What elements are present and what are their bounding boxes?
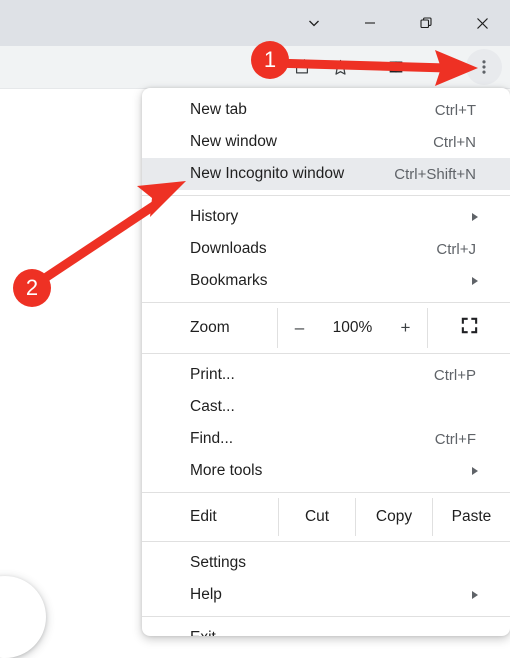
zoom-label: Zoom — [190, 319, 230, 336]
menu-separator — [142, 616, 510, 617]
menu-item-new-window[interactable]: New window Ctrl+N — [142, 126, 510, 158]
menu-edit-row: Edit Cut Copy Paste — [142, 498, 510, 536]
page-decorative-circle — [0, 576, 46, 658]
fullscreen-icon — [460, 316, 479, 340]
menu-item-settings[interactable]: Settings — [142, 547, 510, 579]
menu-item-more-tools[interactable]: More tools — [142, 455, 510, 487]
menu-zoom-row: Zoom – 100% + — [142, 308, 510, 348]
chevron-right-icon — [472, 591, 478, 599]
menu-item-cast[interactable]: Cast... — [142, 391, 510, 423]
menu-item-label: Exit — [190, 629, 216, 636]
star-icon[interactable] — [322, 49, 358, 85]
menu-item-label: History — [190, 208, 239, 225]
menu-item-shortcut: Ctrl+J — [436, 240, 476, 258]
profile-icon[interactable] — [428, 49, 464, 85]
menu-item-history[interactable]: History — [142, 201, 510, 233]
window-controls — [286, 0, 510, 46]
menu-item-label: Find... — [190, 430, 234, 447]
menu-item-shortcut: Ctrl+N — [433, 133, 476, 151]
menu-item-shortcut: Ctrl+T — [434, 101, 476, 119]
menu-item-label: New Incognito window — [190, 165, 345, 182]
menu-item-new-incognito-window[interactable]: New Incognito window Ctrl+Shift+N — [142, 158, 510, 190]
menu-item-shortcut: Ctrl+Shift+N — [394, 165, 476, 183]
menu-item-label: Settings — [190, 554, 247, 571]
menu-item-label: More tools — [190, 462, 263, 479]
zoom-in-button[interactable]: + — [386, 318, 426, 338]
tab-search-button[interactable] — [286, 0, 342, 46]
close-button[interactable] — [454, 0, 510, 46]
menu-item-label: Cast... — [190, 398, 235, 415]
fullscreen-button[interactable] — [428, 308, 510, 348]
menu-item-label: New window — [190, 133, 278, 150]
chevron-right-icon — [472, 213, 478, 221]
browser-toolbar — [0, 46, 510, 89]
menu-item-help[interactable]: Help — [142, 579, 510, 611]
menu-separator — [142, 302, 510, 303]
menu-item-downloads[interactable]: Downloads Ctrl+J — [142, 233, 510, 265]
menu-item-shortcut: Ctrl+F — [434, 430, 476, 448]
chevron-right-icon — [472, 467, 478, 475]
menu-separator — [142, 195, 510, 196]
menu-separator — [142, 492, 510, 493]
menu-item-label: New tab — [190, 101, 247, 118]
menu-item-print[interactable]: Print... Ctrl+P — [142, 359, 510, 391]
menu-item-label: Help — [190, 586, 222, 603]
chevron-right-icon — [472, 277, 478, 285]
menu-item-label: Downloads — [190, 240, 267, 257]
cut-button[interactable]: Cut — [278, 498, 355, 536]
share-icon[interactable] — [284, 49, 320, 85]
restore-button[interactable] — [398, 0, 454, 46]
menu-item-exit[interactable]: Exit — [142, 622, 510, 636]
paste-button[interactable]: Paste — [432, 498, 510, 536]
zoom-out-button[interactable]: – — [280, 318, 320, 338]
copy-button[interactable]: Copy — [355, 498, 432, 536]
menu-item-shortcut: Ctrl+P — [433, 366, 476, 384]
menu-separator — [142, 541, 510, 542]
menu-item-label: Bookmarks — [190, 272, 268, 289]
zoom-controls: – 100% + — [277, 308, 428, 348]
chrome-main-menu: New tab Ctrl+T New window Ctrl+N New Inc… — [142, 88, 510, 636]
menu-item-find[interactable]: Find... Ctrl+F — [142, 423, 510, 455]
menu-item-label: Print... — [190, 366, 235, 383]
menu-item-bookmarks[interactable]: Bookmarks — [142, 265, 510, 297]
split-screen-icon[interactable] — [378, 49, 414, 85]
browser-title-bar — [0, 0, 510, 46]
menu-separator — [142, 353, 510, 354]
edit-label: Edit — [190, 508, 217, 525]
minimize-button[interactable] — [342, 0, 398, 46]
toolbar-action-icons — [284, 46, 510, 88]
zoom-level-value: 100% — [332, 319, 373, 336]
menu-item-new-tab[interactable]: New tab Ctrl+T — [142, 94, 510, 126]
three-dot-menu-icon[interactable] — [466, 49, 502, 85]
